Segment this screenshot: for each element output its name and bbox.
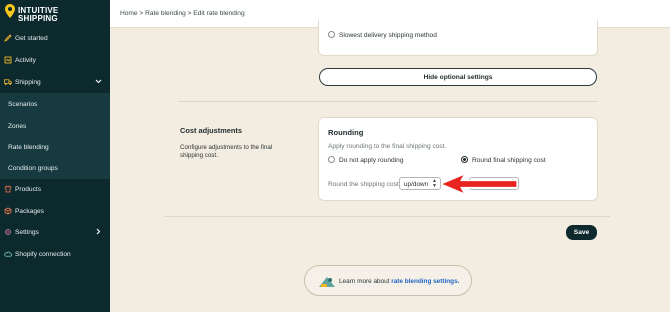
cost-adjustments-description-2: shipping cost. [180, 152, 218, 159]
sidebar-item-rate-blending[interactable]: Rate blending [0, 136, 110, 158]
sidebar-item-label: Shipping [15, 78, 41, 86]
sidebar-item-shipping[interactable]: Shipping [0, 71, 110, 93]
main-content: Home > Rate blending > Edit rate blendin… [110, 0, 670, 312]
truck-icon [4, 78, 12, 86]
rounding-direction-select[interactable]: up/down ▲ ▼ [399, 177, 441, 190]
sidebar: INTUITIVE SHIPPING Get started Activity … [0, 0, 110, 312]
learn-more-banner: Learn more about rate blending settings. [304, 265, 472, 296]
rocket-icon [4, 34, 12, 42]
slowest-method-label: Slowest delivery shipping method [339, 32, 437, 39]
sidebar-item-packages[interactable]: Packages [0, 200, 110, 222]
round-cost-label: Round the shipping cost [328, 181, 399, 188]
updown-icon: ▲▼ [432, 178, 437, 189]
no-rounding-label[interactable]: Do not apply rounding [339, 157, 404, 164]
sidebar-item-label: Scenarios [8, 100, 38, 108]
sidebar-item-label: Settings [15, 228, 39, 236]
rounding-card: Rounding Apply rounding to the final shi… [318, 117, 598, 201]
activity-icon [4, 56, 12, 64]
sidebar-item-label: Rate blending [8, 143, 49, 151]
section-divider-2 [165, 216, 610, 217]
learning-illustration-icon [319, 277, 335, 287]
cost-adjustments-title: Cost adjustments [180, 126, 243, 135]
cost-adjustments-description: Configure adjustments to the final [180, 144, 273, 151]
sidebar-item-get-started[interactable]: Get started [0, 27, 110, 49]
round-final-radio[interactable] [461, 156, 468, 163]
rounding-direction-value: up/down [404, 181, 429, 188]
sidebar-item-label: Condition groups [8, 164, 58, 172]
sidebar-item-label: Shopify connection [15, 250, 71, 258]
sidebar-item-shopify-connection[interactable]: Shopify connection [0, 243, 110, 265]
section-divider [178, 101, 598, 102]
chevron-down-icon[interactable] [95, 78, 102, 85]
sidebar-item-zones[interactable]: Zones [0, 115, 110, 137]
rounding-title: Rounding [328, 128, 364, 137]
sidebar-item-condition-groups[interactable]: Condition groups [0, 157, 110, 179]
sidebar-item-label: Packages [15, 207, 44, 215]
sidebar-item-label: Activity [15, 56, 36, 64]
rate-blending-settings-link[interactable]: rate blending settings. [391, 278, 459, 285]
red-arrow-annotation [440, 173, 518, 195]
sidebar-item-label: Products [15, 185, 42, 193]
cloud-icon [4, 250, 12, 258]
brand-line2: SHIPPING [18, 14, 58, 23]
slowest-method-radio[interactable] [328, 31, 335, 38]
gear-icon [4, 228, 12, 236]
sidebar-item-scenarios[interactable]: Scenarios [0, 93, 110, 115]
box-icon [4, 207, 12, 215]
brand-logo[interactable]: INTUITIVE SHIPPING [0, 0, 110, 28]
sidebar-item-label: Get started [15, 34, 48, 42]
learn-more-prefix: Learn more about [339, 278, 390, 285]
optional-settings-card: Slowest delivery shipping method [318, 20, 598, 56]
breadcrumb[interactable]: Home > Rate blending > Edit rate blendin… [120, 10, 245, 17]
chevron-right-icon[interactable] [95, 228, 102, 235]
shirt-icon [4, 185, 12, 193]
save-button[interactable]: Save [566, 225, 597, 240]
rounding-subtitle: Apply rounding to the final shipping cos… [328, 143, 447, 150]
sidebar-item-settings[interactable]: Settings [0, 221, 110, 243]
no-rounding-radio[interactable] [328, 156, 335, 163]
sidebar-item-label: Zones [8, 122, 27, 130]
sidebar-item-activity[interactable]: Activity [0, 49, 110, 71]
sidebar-item-products[interactable]: Products [0, 178, 110, 200]
hide-optional-settings-button[interactable]: Hide optional settings [319, 68, 597, 86]
round-final-label[interactable]: Round final shipping cost [472, 157, 546, 164]
location-pin-icon [5, 4, 15, 18]
learn-more-text: Learn more about rate blending settings. [339, 278, 459, 285]
